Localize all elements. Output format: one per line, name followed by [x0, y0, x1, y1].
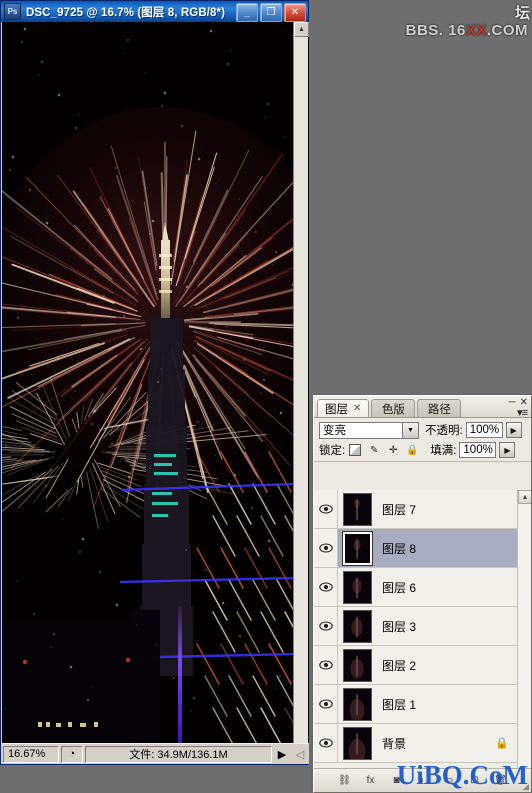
panel-tab-bar: 图层 ✕ 色版 路径 ─ ✕ ▾≡ — [314, 396, 531, 419]
layer-thumbnail[interactable] — [343, 687, 372, 721]
opacity-slider-button[interactable]: ▶ — [505, 422, 522, 438]
image-canvas[interactable] — [2, 22, 309, 744]
watermark-top-red: XX — [465, 22, 487, 39]
fill-label: 填满: — [430, 445, 457, 457]
layer-row[interactable]: 图层 8 — [314, 529, 531, 568]
new-group-button[interactable]: ▭ — [441, 773, 457, 789]
canvas-vertical-scrollbar[interactable]: ▲ — [293, 22, 309, 744]
window-title: DSC_9725 @ 16.7% (图层 8, RGB/8*) — [26, 6, 226, 19]
fill-slider-button[interactable]: ▶ — [499, 442, 516, 458]
preview-icon[interactable]: ◔ — [61, 745, 83, 763]
panel-resize-grip[interactable]: ◢ — [523, 782, 529, 791]
blend-mode-select[interactable]: 变亮 ▼ — [319, 421, 419, 439]
layers-panel-toolbar: ⛓ fx ◙ ◐ ▭ ⊡ 🗑 ◢ — [314, 768, 531, 792]
window-controls: _ ❐ ✕ — [236, 3, 306, 22]
layer-name: 图层 2 — [382, 658, 417, 673]
layer-thumbnail[interactable] — [343, 492, 372, 526]
layer-name: 图层 6 — [382, 580, 417, 595]
eye-icon[interactable] — [314, 529, 338, 567]
layer-style-button[interactable]: fx — [363, 773, 379, 789]
opacity-input[interactable]: 100% — [465, 422, 503, 438]
watermark-side: 坛 — [514, 5, 530, 22]
tab-channels-label: 色版 — [381, 403, 405, 416]
blend-mode-value: 变亮 — [323, 425, 346, 437]
tab-paths[interactable]: 路径 — [417, 399, 462, 417]
maximize-button[interactable]: ❐ — [260, 3, 282, 22]
lock-icon: 🔒 — [495, 737, 509, 750]
photoshop-icon: Ps — [4, 3, 21, 20]
close-icon[interactable]: ✕ — [353, 403, 361, 414]
file-size-info: 文件: 34.9M/136.1M — [85, 745, 272, 763]
watermark-top: BBS. 16XX.COM — [406, 22, 528, 39]
layer-row[interactable]: 图层 2 — [314, 646, 531, 685]
scroll-up-button[interactable]: ▲ — [294, 22, 309, 37]
minimize-button[interactable]: _ — [236, 3, 258, 22]
layer-name: 背景 — [382, 736, 407, 751]
layer-row[interactable]: 图层 7 — [314, 490, 531, 529]
tab-layers[interactable]: 图层 ✕ — [317, 399, 370, 417]
fill-input[interactable]: 100% — [459, 442, 497, 458]
layers-panel: 图层 ✕ 色版 路径 ─ ✕ ▾≡ 变亮 ▼ 不透明: 100% ▶ 锁定: ✎… — [313, 395, 532, 793]
fireworks-photograph — [2, 22, 294, 744]
lock-image-icon[interactable]: ✎ — [367, 443, 381, 457]
layer-thumbnail[interactable] — [343, 726, 372, 760]
lock-transparency-icon[interactable] — [348, 443, 362, 457]
layer-name: 图层 7 — [382, 502, 417, 517]
eye-icon[interactable] — [314, 568, 338, 606]
status-grip: ◁ — [295, 748, 305, 761]
layer-thumbnail[interactable] — [343, 609, 372, 643]
status-menu-arrow[interactable]: ▶ — [274, 746, 290, 763]
layer-name: 图层 1 — [382, 697, 417, 712]
watermark-top-prefix: BBS. 16 — [405, 22, 466, 39]
window-titlebar[interactable]: Ps DSC_9725 @ 16.7% (图层 8, RGB/8*) _ ❐ ✕ — [1, 1, 308, 22]
tab-channels[interactable]: 色版 — [371, 399, 416, 417]
layer-row[interactable]: 背景 🔒 — [314, 724, 531, 763]
eye-icon[interactable] — [314, 724, 338, 762]
eye-icon[interactable] — [314, 607, 338, 645]
scroll-up-button[interactable]: ▲ — [518, 490, 531, 504]
adjustment-layer-button[interactable]: ◐ — [415, 773, 431, 789]
panel-minimize-button[interactable]: ─ — [509, 397, 516, 408]
lock-label: 锁定: — [319, 445, 346, 457]
tab-layers-label: 图层 — [325, 403, 348, 416]
eye-icon[interactable] — [314, 685, 338, 723]
layer-name: 图层 8 — [382, 541, 417, 556]
lock-all-icon[interactable]: 🔒 — [405, 443, 419, 457]
opacity-label: 不透明: — [425, 425, 463, 437]
link-layers-button[interactable]: ⛓ — [337, 773, 353, 789]
chevron-down-icon[interactable]: ▼ — [402, 422, 418, 438]
layer-mask-button[interactable]: ◙ — [389, 773, 405, 789]
layer-thumbnail[interactable] — [342, 530, 373, 566]
close-button[interactable]: ✕ — [284, 3, 306, 22]
lock-position-icon[interactable]: ✛ — [386, 443, 400, 457]
layer-row[interactable]: 图层 6 — [314, 568, 531, 607]
layer-row[interactable]: 图层 3 — [314, 607, 531, 646]
blend-mode-row: 变亮 ▼ 不透明: 100% ▶ — [314, 418, 531, 439]
layer-thumbnail[interactable] — [343, 648, 372, 682]
layer-row[interactable]: 图层 1 — [314, 685, 531, 724]
layer-list-scrollbar[interactable]: ▲ — [517, 490, 531, 768]
document-status-bar: 16.67% ◔ 文件: 34.9M/136.1M ▶ ◁ — [2, 743, 309, 764]
lock-row: 锁定: ✎ ✛ 🔒 填满: 100% ▶ — [314, 439, 531, 462]
zoom-level-field[interactable]: 16.67% — [3, 745, 59, 763]
eye-icon[interactable] — [314, 490, 338, 528]
panel-menu-icon[interactable]: ▾≡ — [517, 406, 528, 419]
new-layer-button[interactable]: ⊡ — [467, 773, 483, 789]
photoshop-document-window: Ps DSC_9725 @ 16.7% (图层 8, RGB/8*) _ ❐ ✕ — [0, 0, 309, 765]
layer-thumbnail[interactable] — [343, 570, 372, 604]
watermark-top-suffix: .COM — [486, 22, 528, 39]
delete-layer-button[interactable]: 🗑 — [493, 773, 509, 789]
layer-list[interactable]: 图层 7 图层 8 图层 6 图层 3 图层 2 图层 1 背景 🔒 ▲ — [314, 490, 531, 768]
tab-paths-label: 路径 — [427, 403, 451, 416]
layer-name: 图层 3 — [382, 619, 417, 634]
eye-icon[interactable] — [314, 646, 338, 684]
